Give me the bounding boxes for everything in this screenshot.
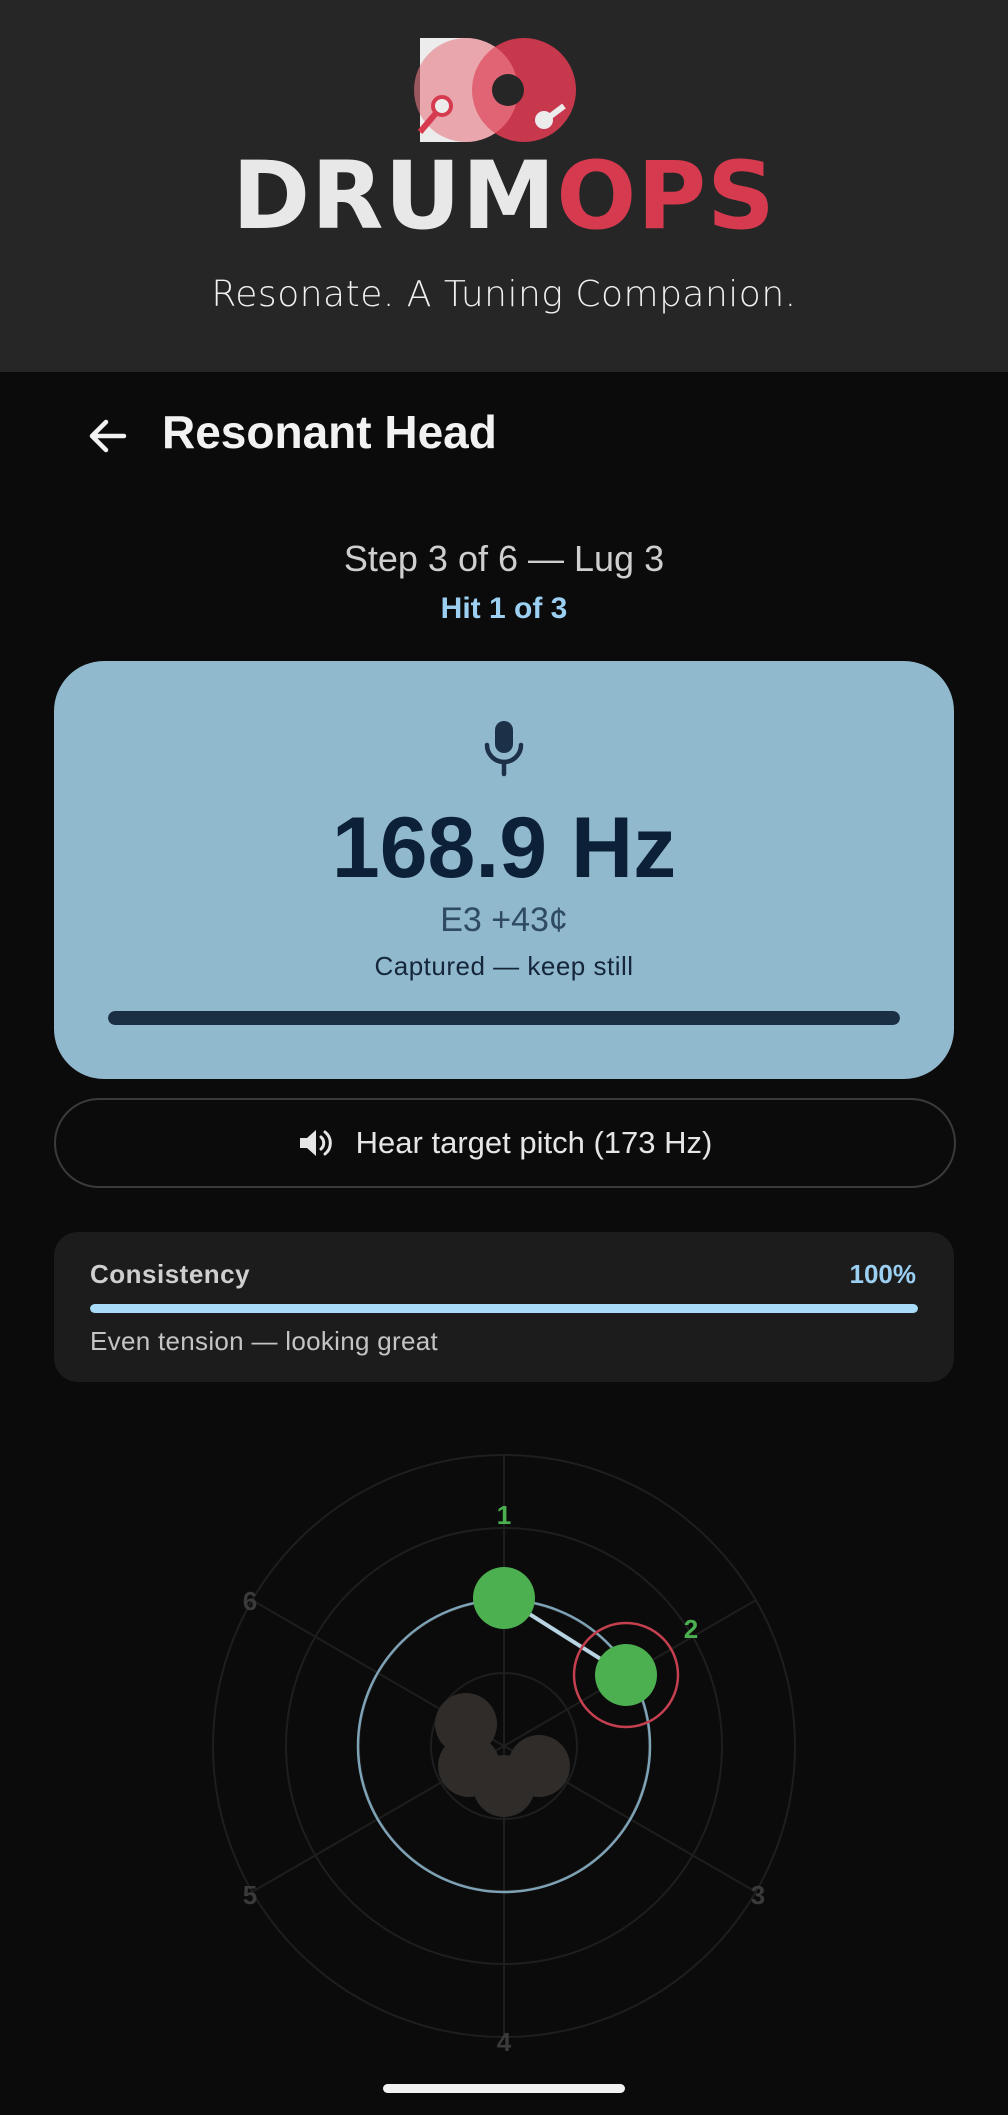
lug-label-4: 4 <box>497 2027 512 2057</box>
hear-target-pitch-button[interactable]: Hear target pitch (173 Hz) <box>54 1098 956 1188</box>
consistency-message: Even tension — looking great <box>90 1326 439 1356</box>
consistency-percent: 100% <box>849 1259 917 1289</box>
speaker-icon <box>299 1130 332 1156</box>
capture-status: Captured — keep still <box>374 951 634 981</box>
consistency-bar <box>90 1304 918 1313</box>
lug-marker-2 <box>595 1644 657 1706</box>
hit-counter: Hit 1 of 3 <box>440 592 568 625</box>
lug-tension-map: 1 2 3 4 5 6 <box>212 1454 796 2057</box>
brand-part-drum: DRUM <box>232 142 557 251</box>
arrow-left-icon <box>89 419 127 453</box>
brand-wordmark: DRUMOPS <box>0 150 1008 244</box>
hear-target-pitch-label: Hear target pitch (173 Hz) <box>355 1125 713 1160</box>
lug-marker-6 <box>435 1693 497 1755</box>
back-button[interactable] <box>84 412 132 460</box>
lug-label-2: 2 <box>684 1614 698 1644</box>
brand-part-ops: OPS <box>556 142 776 251</box>
step-indicator: Step 3 of 6 — Lug 3 <box>343 538 665 579</box>
app-tagline: Resonate. A Tuning Companion. <box>211 274 797 315</box>
consistency-title: Consistency <box>90 1259 251 1289</box>
drumops-logo-icon <box>414 38 576 142</box>
lug-marker-1 <box>473 1567 535 1629</box>
app-header-banner: DRUMOPS Resonate. A Tuning Companion. <box>0 0 1008 372</box>
capture-progress-fill <box>108 1011 900 1025</box>
consistency-bar-fill <box>90 1304 918 1313</box>
detected-frequency: 168.9 Hz <box>331 800 677 896</box>
consistency-card: Consistency 100% Even tension — looking … <box>54 1232 954 1382</box>
microphone-icon <box>484 721 524 777</box>
pitch-reading-card: 168.9 Hz E3 +43¢ Captured — keep still <box>54 661 954 1079</box>
detected-note: E3 +43¢ <box>440 901 568 939</box>
screen-title: Resonant Head <box>162 406 497 458</box>
capture-progress-bar <box>108 1011 900 1025</box>
lug-label-1: 1 <box>497 1500 511 1530</box>
lug-label-3: 3 <box>751 1880 765 1910</box>
lug-label-6: 6 <box>243 1586 257 1616</box>
lug-label-5: 5 <box>243 1880 257 1910</box>
home-indicator[interactable] <box>383 2084 625 2093</box>
